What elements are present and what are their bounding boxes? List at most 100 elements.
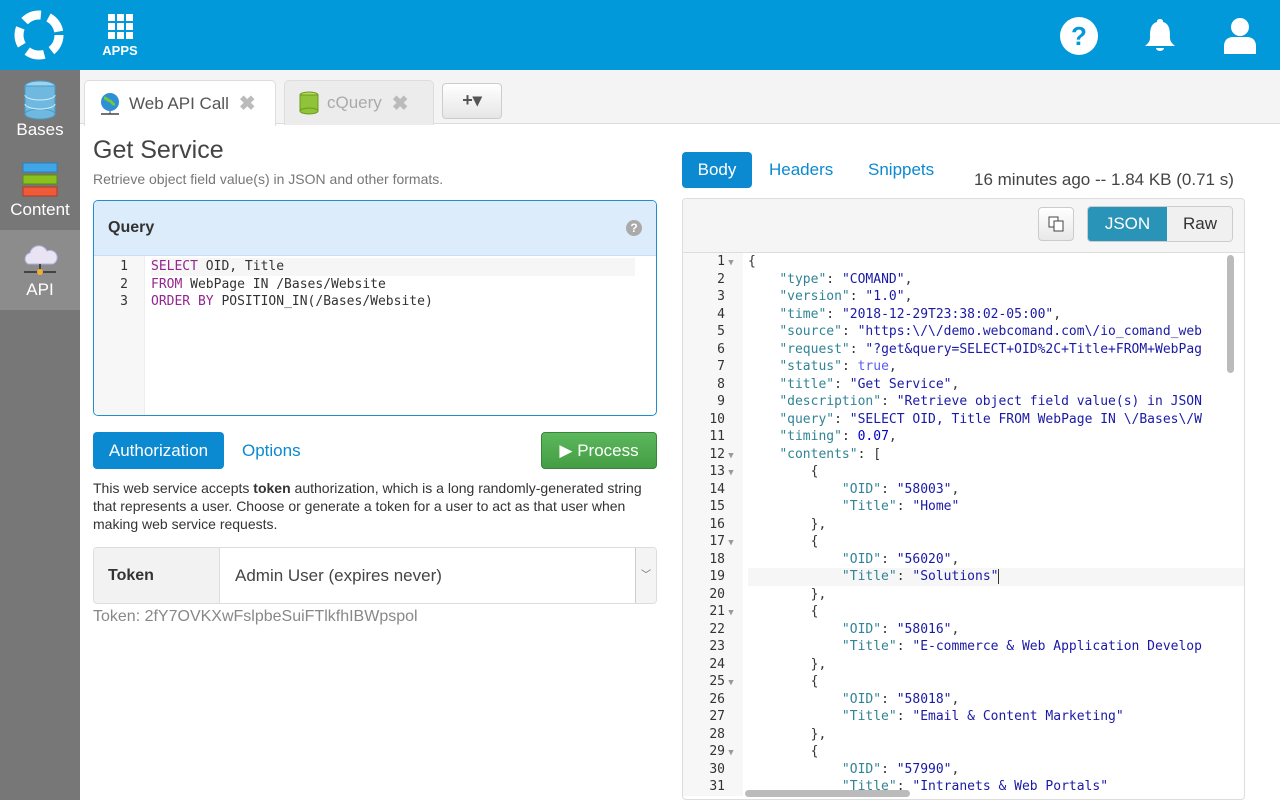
tab-body[interactable]: Body (682, 152, 752, 188)
sidebar-item-content[interactable]: Content (0, 150, 80, 230)
code-line: "timing": 0.07, (779, 429, 897, 444)
content-layers-icon (22, 162, 58, 197)
fold-toggle-icon[interactable]: ▼ (725, 745, 737, 761)
code-line: "query": "SELECT OID, Title FROM WebPage… (779, 411, 1202, 427)
fold-toggle-icon[interactable]: ▼ (725, 448, 737, 464)
line-number: 2 (120, 276, 128, 292)
fold-toggle-icon[interactable]: ▼ (725, 605, 737, 621)
tab-headers[interactable]: Headers (769, 152, 833, 188)
tab-snippets[interactable]: Snippets (868, 152, 934, 188)
svg-text:?: ? (1071, 21, 1087, 51)
code-line: }, (810, 586, 827, 602)
add-tab-button[interactable]: +▾ (442, 83, 502, 119)
code-line: { (810, 534, 819, 549)
sidebar-item-label: API (26, 280, 54, 299)
chevron-down-icon[interactable]: ﹀ (635, 548, 656, 603)
response-viewer: JSON Raw 1 ▼ 2 3 4 5 6 7 8 9 10 11 12 ▼ 13 ▼ 14 15 16 17 ▼ 18… (682, 198, 1245, 800)
line-number: 16 (709, 516, 725, 532)
code-line: SELECT OID, Title (151, 258, 635, 276)
tab-options[interactable]: Options (242, 432, 301, 469)
format-json-button[interactable]: JSON (1088, 207, 1167, 241)
user-icon[interactable] (1220, 16, 1260, 56)
code-line: "status": true, (779, 359, 897, 374)
apps-button[interactable]: APPS (96, 12, 144, 58)
help-icon[interactable]: ? (1059, 16, 1099, 56)
token-select[interactable]: Admin User (expires never) ﹀ (220, 548, 656, 603)
tab-cquery[interactable]: cQuery ✖ (284, 80, 434, 125)
tab-bar: Web API Call ✖ cQuery ✖ +▾ (80, 70, 1280, 126)
globe-network-icon (101, 92, 119, 115)
line-number: 5 (717, 324, 725, 339)
copy-button[interactable] (1038, 207, 1074, 241)
cloud-network-icon (24, 245, 58, 275)
line-number: 23 (709, 639, 725, 654)
line-number: 28 (709, 726, 725, 742)
code-line: }, (810, 726, 827, 742)
fold-toggle-icon[interactable]: ▼ (725, 255, 737, 271)
database-green-icon (299, 91, 319, 115)
line-number: 30 (709, 761, 725, 777)
query-editor[interactable]: 1 2 3 SELECT OID, Title FROM WebPage IN … (94, 256, 656, 415)
fold-toggle-icon[interactable]: ▼ (725, 465, 737, 481)
bell-icon[interactable] (1140, 16, 1180, 56)
code-line: "OID": "56020", (841, 551, 960, 567)
tab-authorization[interactable]: Authorization (93, 432, 224, 469)
help-icon[interactable]: ? (626, 220, 642, 236)
json-editor[interactable]: 1 ▼ 2 3 4 5 6 7 8 9 10 11 12 ▼ 13 ▼ 14 15 16 17 ▼ 18 19 20 21 ▼ 22… (683, 253, 1244, 796)
sidebar-item-label: Content (10, 200, 70, 219)
line-number: 18 (709, 551, 725, 567)
line-number: 7 (717, 359, 725, 374)
line-number: 1 (120, 259, 128, 274)
line-gutter: 1 ▼ 2 3 4 5 6 7 8 9 10 11 12 ▼ 13 ▼ 14 15 16 17 ▼ 18 19 20 21 ▼ 22… (683, 253, 743, 796)
line-number: 13 ▼ (683, 463, 737, 481)
page-subtitle: Retrieve object field value(s) in JSON a… (93, 171, 444, 187)
sidebar-item-api[interactable]: API (0, 230, 80, 310)
line-number: 22 (709, 621, 725, 637)
line-number: 19 (709, 569, 725, 584)
line-number: 14 (709, 481, 725, 497)
process-button[interactable]: ▶ Process (541, 432, 657, 469)
query-panel: Query ? 1 2 3 SELECT OID, Title FROM Web… (93, 200, 657, 416)
token-value: Token: 2fY7OVKXwFslpbeSuiFTlkfhIBWpspol (93, 608, 418, 625)
line-number: 15 (709, 499, 725, 514)
database-icon (24, 80, 56, 120)
sidebar-item-label: Bases (16, 120, 64, 139)
tab-web-api-call[interactable]: Web API Call ✖ (84, 80, 276, 126)
code-line: FROM WebPage IN /Bases/Website (151, 276, 386, 292)
close-tab-icon[interactable]: ✖ (392, 91, 409, 116)
code-line: "title": "Get Service", (779, 376, 960, 392)
sidebar-item-bases[interactable]: Bases (0, 70, 80, 150)
line-number: 29 ▼ (683, 743, 737, 761)
fold-toggle-icon[interactable]: ▼ (725, 675, 737, 691)
code-line: "Title": "Email & Content Marketing" (841, 709, 1124, 724)
horizontal-scrollbar[interactable] (745, 790, 910, 797)
code-line: "OID": "58016", (841, 621, 960, 637)
line-number: 24 (709, 656, 725, 672)
line-number: 31 (709, 779, 725, 794)
tab-label: cQuery (327, 93, 382, 112)
top-bar: APPS ? (0, 0, 1280, 70)
code-line: "time": "2018-12-29T23:38:02-05:00", (779, 306, 1062, 322)
line-number: 12 ▼ (683, 446, 737, 464)
line-number: 3 (717, 289, 725, 304)
code-line: }, (810, 516, 827, 532)
code-line: { (810, 464, 819, 479)
code-line: "description": "Retrieve object field va… (779, 394, 1202, 409)
close-tab-icon[interactable]: ✖ (239, 91, 256, 116)
page-title: Get Service (93, 136, 224, 164)
request-panel: Get Service Retrieve object field value(… (93, 124, 657, 626)
code-line: "Title": "E-commerce & Web Application D… (841, 639, 1202, 654)
code-line: { (810, 744, 819, 759)
token-label: Token (94, 548, 220, 603)
copy-icon (1048, 216, 1064, 232)
fold-toggle-icon[interactable]: ▼ (725, 535, 737, 551)
line-number: 3 (120, 294, 128, 309)
token-selected-value: Admin User (expires never) (235, 565, 442, 585)
code-line: { (810, 674, 819, 689)
format-raw-button[interactable]: Raw (1167, 207, 1232, 241)
comand-logo-icon[interactable] (14, 10, 64, 60)
vertical-scrollbar[interactable] (1227, 255, 1234, 373)
code-line: "version": "1.0", (779, 289, 913, 304)
line-number: 1 ▼ (683, 253, 737, 271)
line-number: 20 (709, 586, 725, 602)
